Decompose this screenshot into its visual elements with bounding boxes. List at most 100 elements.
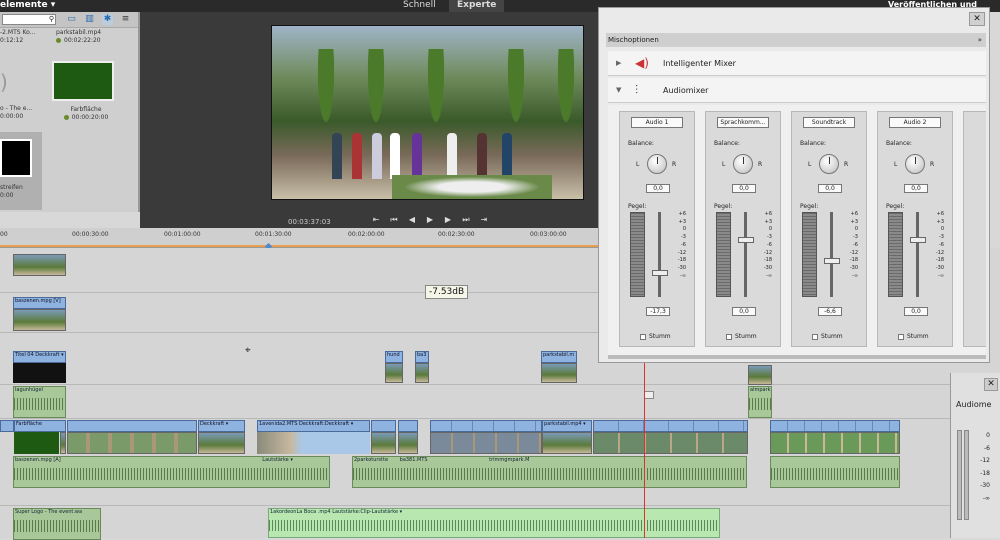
balance-value[interactable]: 0,0 xyxy=(818,184,842,193)
volume-fader[interactable] xyxy=(824,258,840,265)
level-value[interactable]: 0,0 xyxy=(904,307,928,316)
asset-item[interactable]: -2.MTS Ko... 0:12:12 xyxy=(0,29,48,45)
volume-fader-track[interactable] xyxy=(658,212,661,297)
asset-item[interactable]: parkstabil.mp4 00:02:22:20 xyxy=(56,29,116,45)
next-edit-icon[interactable]: ⏭ xyxy=(457,215,475,225)
audio-clip-lagunhugel[interactable]: lagunhügel xyxy=(13,386,66,418)
volume-fader[interactable] xyxy=(652,270,668,277)
go-to-end-icon[interactable]: ⇥ xyxy=(475,215,493,224)
title-clip[interactable]: Titel 04 Deckkraft ▾ xyxy=(13,351,66,363)
db-scale: +6 +3 0 -3 -6 -12 -18 -30 -∞ xyxy=(849,211,858,279)
smart-mixer-row[interactable]: ▶ ◀) Intelligenter Mixer xyxy=(608,51,986,76)
video-clip-baszenen[interactable]: baszenen.mpg [V] xyxy=(13,297,66,309)
mix-options-panel: ✕ Mischoptionen » ▶ ◀) Intelligenter Mix… xyxy=(598,7,990,363)
elements-menu[interactable]: elemente ▾ xyxy=(0,0,55,10)
level-meter xyxy=(802,212,817,297)
audio-meter-panel: ✕ Audiome 0 -6 -12 -18 -30 -∞ xyxy=(950,373,1000,538)
asset-item[interactable]: Farbfläche 00:00:20:00 xyxy=(56,106,116,122)
video-clip-ba3[interactable]: ba3 xyxy=(415,351,429,363)
transition-icon[interactable] xyxy=(644,391,654,399)
asset-search-input[interactable]: ⚲ xyxy=(2,14,56,25)
level-meter xyxy=(888,212,903,297)
balance-knob[interactable] xyxy=(733,154,753,174)
balance-value[interactable]: 0,0 xyxy=(732,184,756,193)
work-area-bar[interactable] xyxy=(0,245,600,247)
db-scale: +6 +3 0 -3 -6 -12 -18 -30 -∞ xyxy=(677,211,686,279)
video-clip-hund[interactable]: hund xyxy=(385,351,403,363)
balance-knob[interactable] xyxy=(905,154,925,174)
video-clip-parkstabil[interactable]: parkstabil.m xyxy=(541,351,577,363)
right-channel-meter xyxy=(964,430,969,520)
video-clip-group[interactable] xyxy=(430,420,542,432)
audio-clip-baszenen[interactable]: baszenen.mpg [A] Lautstärke ▾ xyxy=(13,456,330,488)
audio-clip-akordeon[interactable]: 1akordeonLa Boca .mp4 Lautstärke:Clip-La… xyxy=(268,508,720,538)
color-matte-thumbnail[interactable] xyxy=(52,61,114,101)
volume-fader-track[interactable] xyxy=(830,212,833,297)
volume-fader[interactable] xyxy=(738,237,754,244)
status-dot xyxy=(63,115,69,120)
audio-icon: ) xyxy=(0,70,8,94)
close-icon[interactable]: ✕ xyxy=(969,12,985,26)
balance-knob[interactable] xyxy=(647,154,667,174)
video-clip-parkstabil-main[interactable]: parkstabil.mp4 ▾ xyxy=(542,420,592,432)
clip-deckkraft[interactable]: Deckkraft ▾ xyxy=(198,420,245,432)
volume-fader[interactable] xyxy=(910,237,926,244)
trash-icon[interactable]: ▥ xyxy=(84,14,95,25)
mute-checkbox[interactable]: Stumm xyxy=(812,333,843,340)
previous-edit-icon[interactable]: ⏮ xyxy=(385,215,403,225)
balance-value[interactable]: 0,0 xyxy=(904,184,928,193)
video-clip-group[interactable] xyxy=(770,420,900,432)
asset-item[interactable]: o - The e... 0:00:00 xyxy=(0,105,48,121)
status-dot xyxy=(56,38,61,43)
clip-thumbnail xyxy=(13,309,66,331)
close-icon[interactable]: ✕ xyxy=(984,378,998,391)
collapse-arrow-icon[interactable]: ▼ xyxy=(616,78,621,103)
color-matte-clip xyxy=(14,432,59,454)
level-value[interactable]: 0,0 xyxy=(732,307,756,316)
left-channel-meter xyxy=(957,430,962,520)
audio-clip-group[interactable]: 2parkoturstte ba381.MTS trimmgmpark.M xyxy=(352,456,747,488)
video-clip-1avenida[interactable]: 1avenida2.MTS Deckkraft:Deckkraft ▾ xyxy=(257,420,370,432)
step-forward-icon[interactable]: ▶ xyxy=(439,215,457,224)
folder-icon[interactable]: ▭ xyxy=(66,14,77,25)
channel-name: Sprachkomm... xyxy=(717,117,769,128)
audio-clip-group[interactable] xyxy=(770,456,900,488)
expand-arrow-icon[interactable]: ▶ xyxy=(616,51,621,76)
volume-fader-track[interactable] xyxy=(916,212,919,297)
level-value[interactable]: -6,6 xyxy=(818,307,842,316)
mixer-scrollbar[interactable] xyxy=(608,355,986,359)
channel-name: Audio 1 xyxy=(631,117,683,128)
playback-controls: ⇤ ⏮ ◀ ▶ ▶ ⏭ ⇥ xyxy=(367,215,493,227)
mute-checkbox[interactable]: Stumm xyxy=(640,333,671,340)
timeline-ruler[interactable]: 00 00:00:30:00 00:01:00:00 00:01:30:00 0… xyxy=(0,228,600,251)
mixer-channel: Audio 2 Balance: LR 0,0 Pegel: +6 +3 0 -3 -6… xyxy=(877,111,953,347)
pin-icon[interactable]: ✱ xyxy=(102,14,113,25)
video-clip-group[interactable] xyxy=(593,420,748,432)
audio-mixer-row[interactable]: ▼ ⫶ Audiomixer xyxy=(608,78,986,103)
video-clip-group[interactable] xyxy=(67,420,197,432)
video-frame[interactable] xyxy=(271,25,584,200)
level-value[interactable]: -17,3 xyxy=(646,307,670,316)
mode-quick-tab[interactable]: Schnell xyxy=(395,0,444,12)
db-scale: +6 +3 0 -3 -6 -12 -18 -30 -∞ xyxy=(763,211,772,279)
selected-asset-item[interactable]: streifen 0:00 xyxy=(0,132,42,210)
audio-clip-almpark[interactable]: almpark xyxy=(748,386,772,418)
step-back-icon[interactable]: ◀ xyxy=(403,215,421,224)
volume-fader-track[interactable] xyxy=(744,212,747,297)
balance-value[interactable]: 0,0 xyxy=(646,184,670,193)
mode-expert-tab[interactable]: Experte xyxy=(449,0,505,12)
audio-clip-superlogo[interactable]: Super Logo - The event.wa xyxy=(13,508,101,540)
balance-knob[interactable] xyxy=(819,154,839,174)
mixer-channel: Soundtrack Balance: LR 0,0 Pegel: +6 +3 0-… xyxy=(791,111,867,347)
panel-menu-icon[interactable]: » xyxy=(978,33,982,47)
video-clip[interactable] xyxy=(13,254,66,276)
mute-checkbox[interactable]: Stumm xyxy=(726,333,757,340)
db-scale: +6 +3 0 -3 -6 -12 -18 -30 -∞ xyxy=(935,211,944,279)
mute-checkbox[interactable]: Stumm xyxy=(898,333,929,340)
go-to-start-icon[interactable]: ⇤ xyxy=(367,215,385,224)
play-icon[interactable]: ▶ xyxy=(421,215,439,224)
mixer-panel-header: Mischoptionen » xyxy=(606,33,986,47)
list-view-icon[interactable]: ≡ xyxy=(120,14,131,25)
project-assets-panel: ⚲ ▭ ▥ ✱ ≡ -2.MTS Ko... 0:12:12 parkstabi… xyxy=(0,12,140,212)
video-clip-farbflaeche[interactable]: Farbfläche xyxy=(14,420,66,432)
